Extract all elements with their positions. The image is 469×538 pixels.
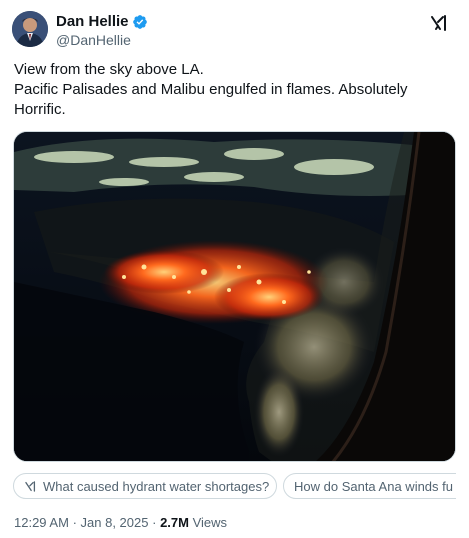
suggestion-chip[interactable]: How do Santa Ana winds fu xyxy=(283,473,456,499)
suggestion-chip[interactable]: What caused hydrant water shortages? xyxy=(13,473,277,499)
author-handle[interactable]: @DanHellie xyxy=(56,32,131,48)
verified-badge-icon xyxy=(132,14,147,29)
tweet-text-line: Horrific. xyxy=(14,101,66,118)
avatar-image xyxy=(12,11,48,47)
avatar[interactable] xyxy=(12,11,48,47)
suggestion-label: What caused hydrant water shortages? xyxy=(43,478,270,494)
views-label: Views xyxy=(192,515,228,530)
tweet-text-line: Pacific Palisades and Malibu engulfed in… xyxy=(14,81,408,98)
suggestion-label: How do Santa Ana winds fu xyxy=(294,478,453,494)
grok-icon[interactable] xyxy=(429,13,449,33)
aerial-fire-photo xyxy=(14,132,455,461)
tweet-card: Dan Hellie @DanHellie View from the sky … xyxy=(0,0,469,538)
tweet-photo[interactable] xyxy=(13,131,456,462)
tweet-text: View from the sky above LA. Pacific Pali… xyxy=(14,60,454,120)
tweet-text-line: View from the sky above LA. xyxy=(14,61,204,78)
tweet-meta: 12:29 AM · Jan 8, 2025 · 2.7M Views xyxy=(14,515,227,530)
author-name[interactable]: Dan Hellie xyxy=(56,13,129,30)
name-line: Dan Hellie xyxy=(56,13,148,30)
tweet-date[interactable]: Jan 8, 2025 xyxy=(81,515,149,530)
grok-suggestions: What caused hydrant water shortages? How… xyxy=(13,473,456,499)
views-count: 2.7M xyxy=(160,515,189,530)
tweet-time[interactable]: 12:29 AM xyxy=(14,515,69,530)
tweet-header: Dan Hellie @DanHellie xyxy=(12,11,457,49)
grok-icon xyxy=(25,480,36,492)
